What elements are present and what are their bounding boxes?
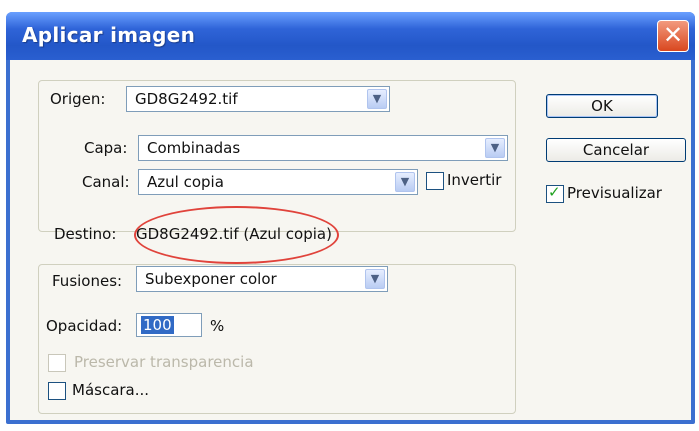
- ok-button[interactable]: OK: [546, 94, 658, 118]
- dialog-window: Aplicar imagen ✕ Origen: GD8G2492.tif ▼ …: [6, 12, 695, 424]
- origen-file-select[interactable]: GD8G2492.tif ▼: [126, 86, 390, 112]
- fusiones-label: Fusiones:: [48, 272, 127, 290]
- dialog-title: Aplicar imagen: [22, 23, 196, 47]
- opacidad-value: 100: [141, 316, 174, 334]
- previsualizar-label: Previsualizar: [567, 184, 662, 202]
- canal-label: Canal:: [82, 173, 130, 191]
- chevron-down-icon[interactable]: ▼: [395, 172, 415, 192]
- opacidad-input[interactable]: 100: [136, 313, 202, 337]
- capa-select[interactable]: Combinadas ▼: [138, 135, 508, 161]
- capa-value: Combinadas: [147, 139, 241, 157]
- invertir-checkbox[interactable]: [426, 172, 444, 190]
- canal-select[interactable]: Azul copia ▼: [138, 169, 418, 195]
- opacidad-unit: %: [210, 317, 225, 335]
- fusiones-select[interactable]: Subexponer color ▼: [136, 266, 388, 292]
- cancel-button[interactable]: Cancelar: [546, 138, 686, 162]
- close-button[interactable]: ✕: [657, 20, 689, 52]
- invertir-label: Invertir: [447, 171, 502, 189]
- checkmark-icon: ✓: [548, 183, 561, 201]
- title-bar[interactable]: Aplicar imagen ✕: [6, 12, 695, 60]
- fusiones-value: Subexponer color: [145, 270, 277, 288]
- opacidad-label: Opacidad:: [46, 317, 123, 335]
- mascara-checkbox[interactable]: [48, 382, 66, 400]
- destino-label: Destino:: [54, 225, 117, 243]
- highlight-annotation: [134, 206, 339, 264]
- previsualizar-checkbox[interactable]: ✓: [546, 183, 564, 203]
- chevron-down-icon[interactable]: ▼: [485, 138, 505, 158]
- origen-file-value: GD8G2492.tif: [135, 90, 238, 108]
- capa-label: Capa:: [84, 139, 128, 157]
- canal-value: Azul copia: [147, 173, 224, 191]
- preservar-checkbox: [48, 354, 66, 372]
- chevron-down-icon[interactable]: ▼: [365, 269, 385, 289]
- origen-label: Origen:: [46, 90, 110, 108]
- chevron-down-icon[interactable]: ▼: [367, 89, 387, 109]
- preservar-label: Preservar transparencia: [74, 353, 254, 371]
- close-icon: ✕: [662, 21, 684, 49]
- dialog-body: Origen: GD8G2492.tif ▼ Capa: Combinadas …: [10, 60, 691, 420]
- mascara-label: Máscara...: [72, 381, 150, 399]
